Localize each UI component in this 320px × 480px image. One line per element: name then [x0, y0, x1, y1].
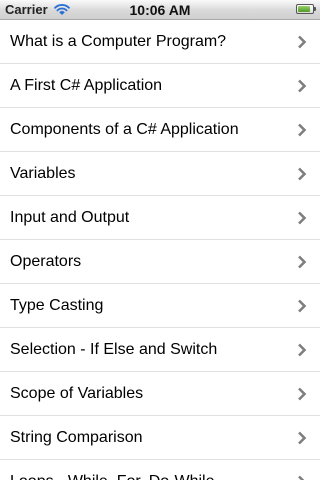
list-item[interactable]: Scope of Variables: [0, 372, 320, 416]
chevron-right-icon: [298, 79, 307, 93]
status-bar: Carrier 10:06 AM: [0, 0, 320, 20]
list-item-label: Selection - If Else and Switch: [10, 341, 218, 358]
battery-icon: [296, 4, 316, 14]
list-item-label: Type Casting: [10, 297, 104, 314]
status-time: 10:06 AM: [129, 2, 191, 18]
list-item-label: Scope of Variables: [10, 385, 144, 402]
list-item[interactable]: Input and Output: [0, 196, 320, 240]
list-item-label: Variables: [10, 165, 76, 182]
list-item[interactable]: Operators: [0, 240, 320, 284]
list-item[interactable]: Type Casting: [0, 284, 320, 328]
list-item[interactable]: What is a Computer Program?: [0, 20, 320, 64]
chevron-right-icon: [298, 167, 307, 181]
list-item-label: Input and Output: [10, 209, 130, 226]
chevron-right-icon: [298, 123, 307, 137]
list-item-label: Loops - While, For, Do-While: [10, 460, 215, 480]
list-item-label: String Comparison: [10, 429, 143, 446]
chevron-right-icon: [298, 35, 307, 49]
list-item[interactable]: Variables: [0, 152, 320, 196]
list-item[interactable]: String Comparison: [0, 416, 320, 460]
chevron-right-icon: [298, 343, 307, 357]
battery-level: [298, 6, 310, 12]
list-item[interactable]: Loops - While, For, Do-While: [0, 460, 320, 480]
list-item[interactable]: A First C# Application: [0, 64, 320, 108]
chevron-right-icon: [298, 387, 307, 401]
chevron-right-icon: [298, 211, 307, 225]
chevron-right-icon: [298, 255, 307, 269]
chapter-list: What is a Computer Program? A First C# Ap…: [0, 20, 320, 480]
list-item[interactable]: Selection - If Else and Switch: [0, 328, 320, 372]
list-item[interactable]: Components of a C# Application: [0, 108, 320, 152]
list-item-label: What is a Computer Program?: [10, 33, 227, 50]
chevron-right-icon: [298, 299, 307, 313]
list-item-label: A First C# Application: [10, 77, 163, 94]
chevron-right-icon: [298, 475, 305, 480]
list-item-label: Operators: [10, 253, 82, 270]
list-item-label: Components of a C# Application: [10, 121, 239, 138]
chevron-right-icon: [298, 431, 307, 445]
